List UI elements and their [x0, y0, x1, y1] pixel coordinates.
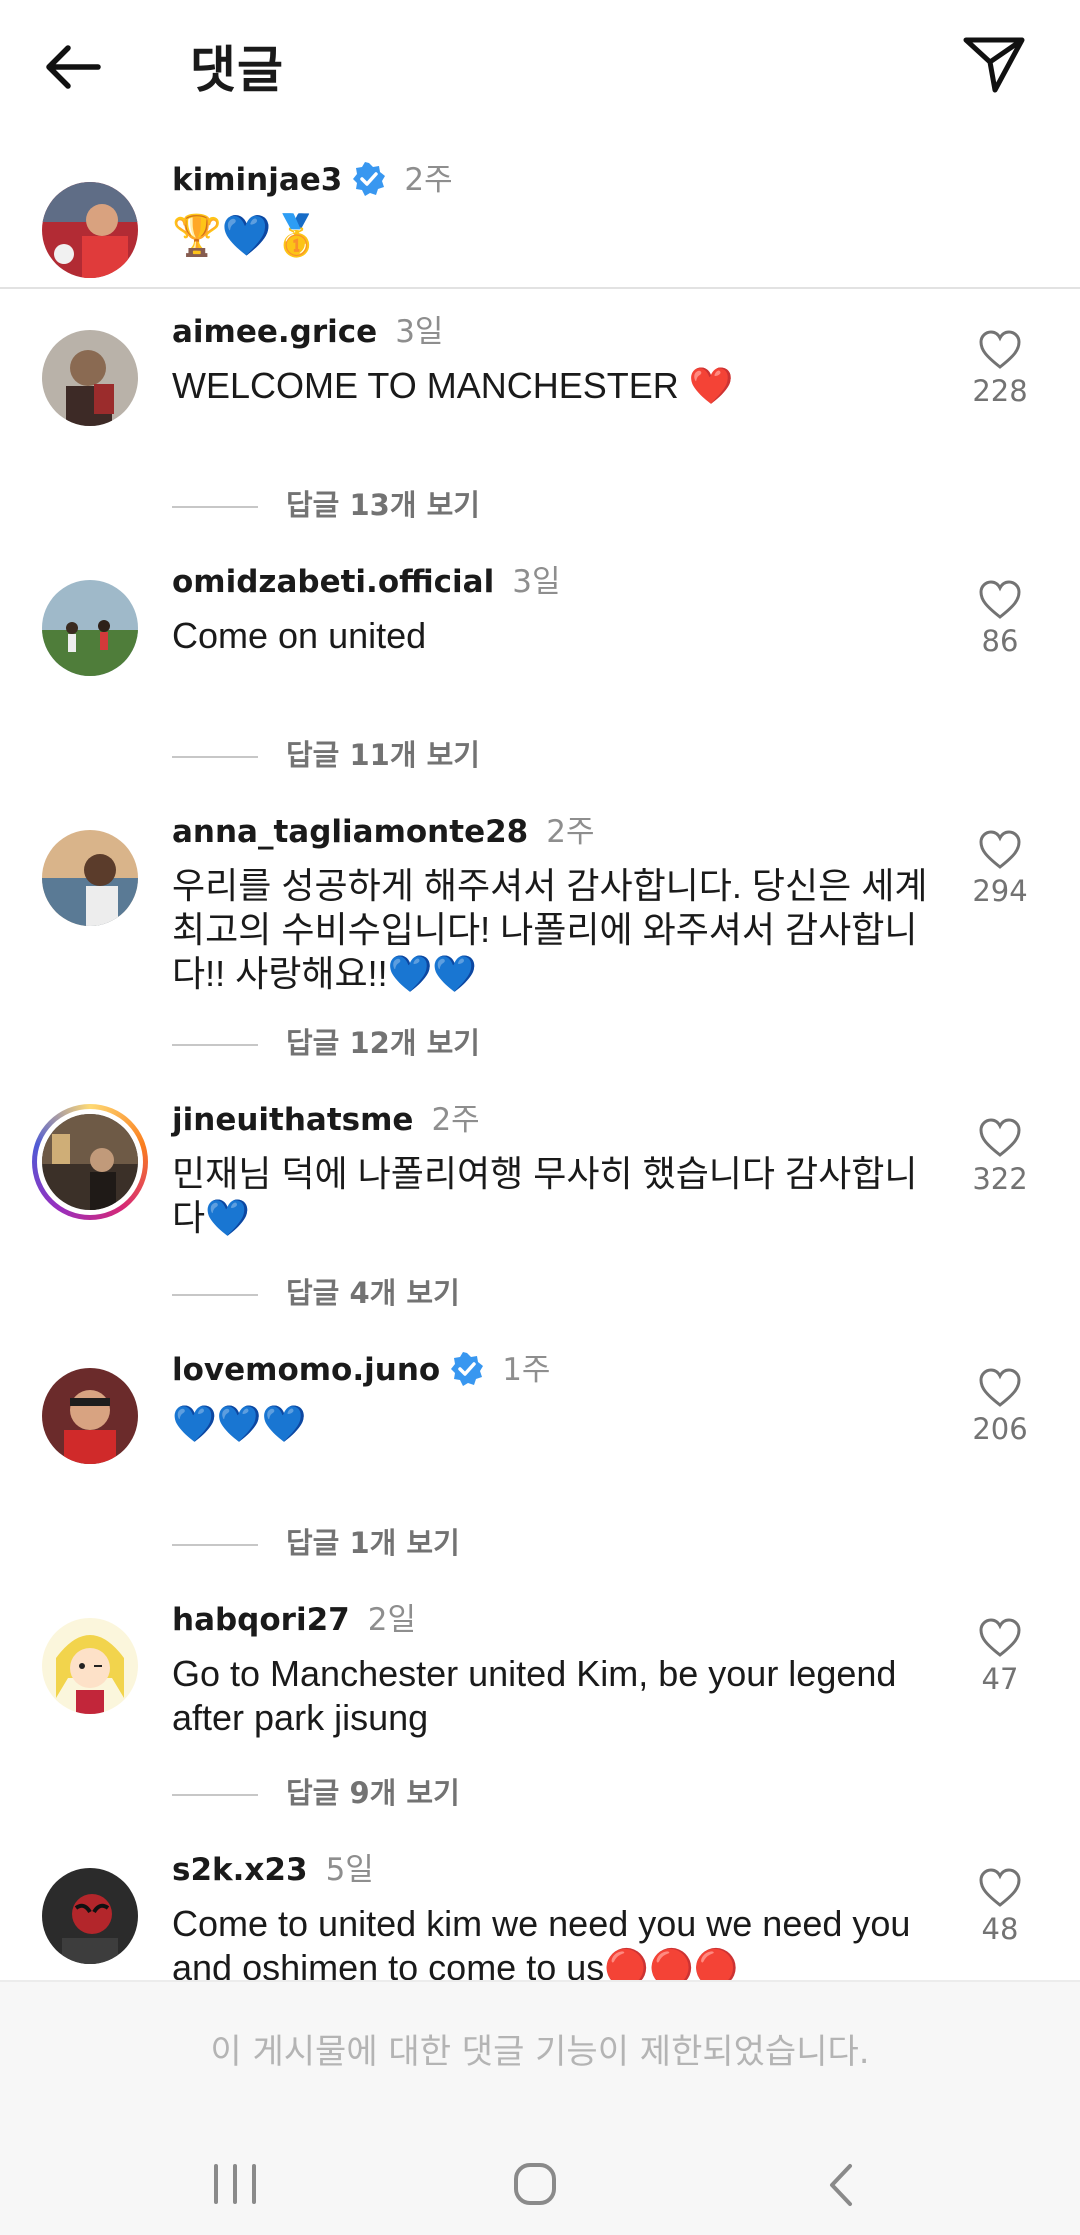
view-replies-label: 답글 11개 보기 [286, 738, 480, 772]
comment-item: aimee.grice 3일 WELCOME TO MANCHESTER ❤️ 2… [0, 312, 1080, 537]
heart-icon [979, 1118, 1021, 1157]
share-button[interactable] [960, 30, 1030, 100]
back-button[interactable] [38, 34, 108, 104]
like-count: 47 [981, 1662, 1019, 1696]
comments-restricted-notice: 이 게시물에 대한 댓글 기능이 제한되었습니다. [210, 2032, 870, 2072]
timestamp: 2주 [431, 1102, 480, 1138]
avatar[interactable] [42, 830, 138, 926]
username[interactable]: anna_tagliamonte28 [172, 814, 528, 850]
timestamp: 5일 [325, 1852, 374, 1888]
like-button[interactable]: 86 [960, 580, 1040, 658]
view-replies-label: 답글 12개 보기 [286, 1026, 480, 1060]
like-count: 228 [972, 374, 1028, 408]
heart-icon [979, 580, 1021, 619]
comment-text: Come to united kim we need you we need y… [172, 1903, 911, 1980]
caption-text: 🏆💙🥇 [172, 214, 322, 258]
like-button[interactable]: 47 [960, 1618, 1040, 1696]
like-button[interactable]: 322 [960, 1118, 1040, 1196]
like-button[interactable]: 206 [960, 1368, 1040, 1446]
back-chevron-icon [830, 2164, 852, 2206]
bottom-bar: 이 게시물에 대한 댓글 기능이 제한되었습니다. [0, 1980, 1080, 2235]
reply-line [172, 756, 258, 758]
timestamp: 2일 [367, 1602, 416, 1638]
avatar[interactable] [42, 580, 138, 676]
username[interactable]: omidzabeti.official [172, 564, 494, 600]
paper-plane-icon [963, 37, 1025, 93]
like-button[interactable]: 294 [960, 830, 1040, 908]
post-caption: kiminjae3 2주 🏆💙🥇 [0, 160, 1080, 288]
view-replies-button[interactable]: 답글 1개 보기 [172, 1520, 460, 1562]
comment-text: 💙💙💙 [172, 1403, 307, 1444]
timestamp: 2주 [546, 814, 595, 850]
view-replies-label: 답글 9개 보기 [286, 1776, 460, 1810]
heart-icon [979, 1618, 1021, 1657]
username[interactable]: kiminjae3 [172, 162, 342, 198]
username[interactable]: habqori27 [172, 1602, 350, 1638]
verified-badge-icon [451, 1352, 484, 1386]
reply-line [172, 506, 258, 508]
like-count: 322 [972, 1162, 1028, 1196]
avatar[interactable] [42, 330, 138, 426]
comment-text: 우리를 성공하게 해주셔서 감사합니다. 당신은 세계 최고의 수비수입니다! … [172, 865, 928, 994]
comment-item: s2k.x23 5일 Come to united kim we need you… [0, 1850, 1080, 1980]
divider [0, 287, 1080, 289]
arrow-left-icon [46, 45, 101, 89]
reply-line [172, 1294, 258, 1296]
comment-text: Come on united [172, 615, 427, 656]
heart-icon [979, 1868, 1021, 1907]
view-replies-label: 답글 13개 보기 [286, 488, 480, 522]
comment-item: omidzabeti.official 3일 Come on united 86 … [0, 562, 1080, 787]
home-icon [514, 2163, 556, 2205]
comment-item: anna_tagliamonte28 2주 우리를 성공하게 해주셔서 감사합니다… [0, 812, 1080, 1067]
avatar[interactable] [42, 1368, 138, 1464]
nav-back-button[interactable] [824, 2162, 858, 2212]
reply-line [172, 1544, 258, 1546]
comment-text: 민재님 덕에 나폴리여행 무사히 했습니다 감사합니다💙 [172, 1153, 918, 1238]
heart-icon [979, 830, 1021, 869]
comment-text: Go to Manchester united Kim, be your leg… [172, 1653, 897, 1738]
username[interactable]: lovemomo.juno [172, 1352, 440, 1388]
view-replies-label: 답글 1개 보기 [286, 1526, 460, 1560]
like-count: 206 [972, 1412, 1028, 1446]
like-count: 294 [972, 874, 1028, 908]
username[interactable]: jineuithatsme [172, 1102, 413, 1138]
avatar-story-ring[interactable] [32, 1104, 148, 1220]
view-replies-label: 답글 4개 보기 [286, 1276, 460, 1310]
comment-item: lovemomo.juno 1주 💙💙💙 206 답글 1개 보기 [0, 1350, 1080, 1575]
recent-apps-button[interactable] [210, 2162, 260, 2210]
username[interactable]: s2k.x23 [172, 1852, 308, 1888]
timestamp: 3일 [395, 314, 444, 350]
timestamp: 1주 [502, 1352, 551, 1388]
username[interactable]: aimee.grice [172, 314, 377, 350]
timestamp: 2주 [404, 162, 453, 198]
view-replies-button[interactable]: 답글 13개 보기 [172, 482, 480, 524]
view-replies-button[interactable]: 답글 4개 보기 [172, 1270, 460, 1312]
view-replies-button[interactable]: 답글 9개 보기 [172, 1770, 460, 1812]
view-replies-button[interactable]: 답글 11개 보기 [172, 732, 480, 774]
heart-icon [979, 330, 1021, 369]
header: 댓글 [0, 0, 1080, 130]
page-title: 댓글 [190, 41, 284, 99]
comment-text: WELCOME TO MANCHESTER ❤️ [172, 365, 734, 406]
like-button[interactable]: 228 [960, 330, 1040, 408]
timestamp: 3일 [512, 564, 561, 600]
like-count: 86 [981, 624, 1019, 658]
avatar[interactable] [42, 1618, 138, 1714]
like-count: 48 [981, 1912, 1019, 1946]
heart-icon [979, 1368, 1021, 1407]
recent-apps-icon [214, 2164, 256, 2204]
reply-line [172, 1794, 258, 1796]
like-button[interactable]: 48 [960, 1868, 1040, 1946]
home-button[interactable] [512, 2162, 558, 2210]
verified-badge-icon [353, 162, 386, 196]
reply-line [172, 1044, 258, 1046]
comment-item: jineuithatsme 2주 민재님 덕에 나폴리여행 무사히 했습니다 감사… [0, 1100, 1080, 1325]
avatar[interactable] [42, 1868, 138, 1964]
avatar[interactable] [42, 182, 138, 278]
comment-item: habqori27 2일 Go to Manchester united Kim,… [0, 1600, 1080, 1825]
view-replies-button[interactable]: 답글 12개 보기 [172, 1020, 480, 1062]
